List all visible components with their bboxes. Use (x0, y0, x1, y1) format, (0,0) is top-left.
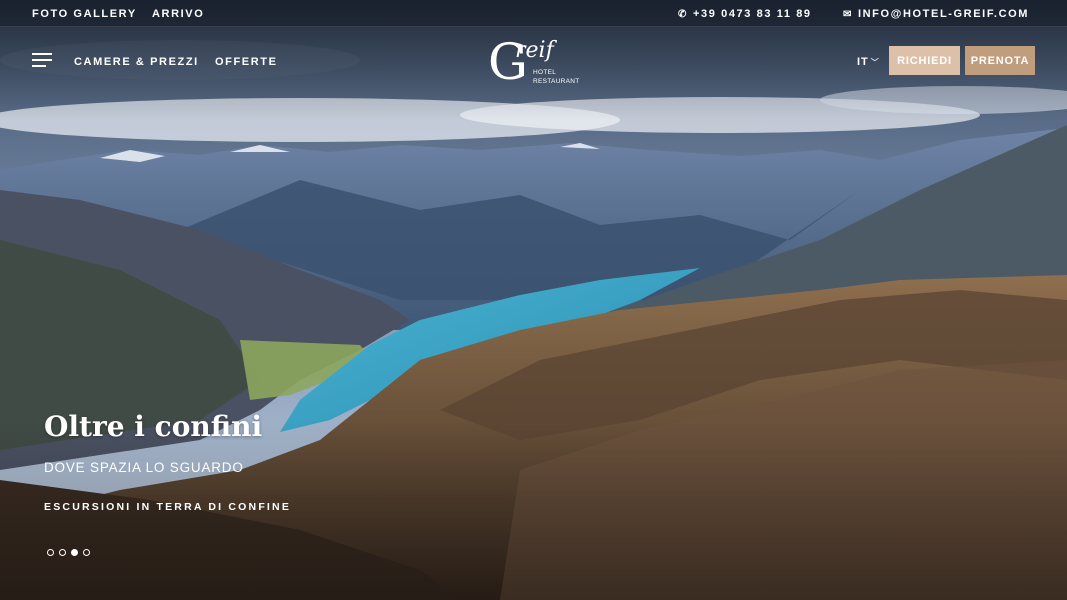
slider-dots (47, 549, 90, 556)
slider-dot-3[interactable] (71, 549, 78, 556)
language-selector[interactable]: IT ﹀ (857, 56, 880, 68)
phone-icon: ✆ (678, 9, 688, 20)
photo-gallery-link[interactable]: FOTO GALLERY (32, 8, 137, 20)
arrival-link[interactable]: ARRIVO (152, 8, 204, 20)
nav-rooms-prices[interactable]: CAMERE & PREZZI (74, 56, 199, 68)
logo-line-hotel: HOTEL (533, 69, 557, 76)
slider-dot-2[interactable] (59, 549, 66, 556)
hotel-logo[interactable]: G reif HOTEL RESTAURANT (488, 35, 580, 92)
hero-subtitle: DOVE SPAZIA LO SGUARDO (44, 460, 244, 475)
hero-title: Oltre i confini (44, 410, 263, 443)
hero-cta-link[interactable]: ESCURSIONI IN TERRA DI CONFINE (44, 501, 291, 513)
logo-line-restaurant: RESTAURANT (533, 78, 580, 85)
language-label: IT (857, 56, 869, 68)
chevron-down-icon: ﹀ (870, 58, 880, 67)
request-button[interactable]: RICHIEDI (889, 46, 960, 75)
slider-dot-4[interactable] (83, 549, 90, 556)
envelope-icon: ✉ (843, 9, 853, 20)
nav-offers[interactable]: OFFERTE (215, 56, 278, 68)
phone-link[interactable]: ✆ +39 0473 83 11 89 (678, 8, 812, 21)
hamburger-menu-icon[interactable] (32, 53, 52, 67)
email-address: INFO@HOTEL-GREIF.COM (857, 8, 1030, 20)
phone-number: +39 0473 83 11 89 (692, 8, 812, 20)
slider-dot-1[interactable] (47, 549, 54, 556)
email-link[interactable]: ✉ INFO@HOTEL-GREIF.COM (843, 8, 1029, 21)
top-bar: FOTO GALLERY ARRIVO ✆ +39 0473 83 11 89 ✉… (0, 0, 1067, 27)
book-button[interactable]: PRENOTA (965, 46, 1035, 75)
logo-word: reif (515, 38, 554, 63)
